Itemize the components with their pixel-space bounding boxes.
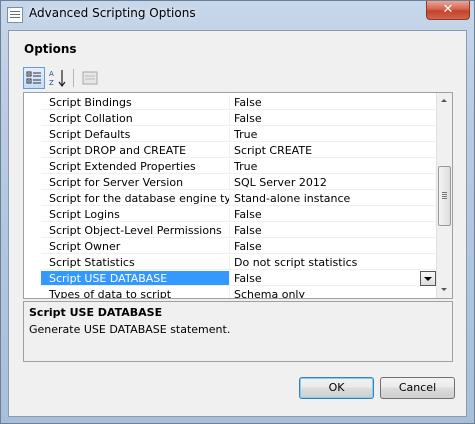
property-row[interactable]: Script Object-Level Permissions False <box>24 223 438 239</box>
property-value[interactable]: False <box>230 223 438 238</box>
toolbar-separator <box>73 69 74 87</box>
svg-text:Z: Z <box>49 79 54 87</box>
property-grid-toolbar: A Z <box>23 67 113 89</box>
property-name[interactable]: Script Owner <box>41 239 230 254</box>
property-name[interactable]: Script Logins <box>41 207 230 222</box>
property-value[interactable]: Schema only <box>230 287 438 298</box>
scroll-down-icon[interactable] <box>437 282 452 298</box>
property-row[interactable]: Script Extended Properties True <box>24 159 438 175</box>
row-gutter <box>24 255 41 271</box>
row-gutter <box>24 287 41 298</box>
options-heading: Options <box>24 42 77 56</box>
property-name[interactable]: Types of data to script <box>41 287 230 298</box>
property-row[interactable]: Script Collation False <box>24 111 438 127</box>
row-gutter <box>24 95 41 111</box>
property-row[interactable]: Script Logins False <box>24 207 438 223</box>
ok-button[interactable]: OK <box>299 377 374 399</box>
row-gutter <box>24 143 41 159</box>
property-grid: Script Bindings False Script Collation Fals… <box>23 92 453 299</box>
description-text: Generate USE DATABASE statement. <box>29 323 231 336</box>
property-value[interactable]: False <box>230 111 438 126</box>
row-gutter <box>24 271 41 287</box>
property-value[interactable]: False <box>230 239 438 254</box>
property-name[interactable]: Script Collation <box>41 111 230 126</box>
row-gutter <box>24 175 41 191</box>
description-panel: Script USE DATABASE Generate USE DATABAS… <box>23 301 453 362</box>
property-row[interactable]: Types of data to script Schema only <box>24 287 438 298</box>
property-name[interactable]: Script for Server Version <box>41 175 230 190</box>
property-name[interactable]: Script Object-Level Permissions <box>41 223 230 238</box>
property-name[interactable]: Script USE DATABASE <box>41 271 230 286</box>
property-value[interactable]: Script CREATE <box>230 143 438 158</box>
property-row-selected[interactable]: Script USE DATABASE False <box>24 271 438 287</box>
scroll-up-icon[interactable] <box>437 93 452 109</box>
app-window-icon <box>7 7 23 23</box>
property-row[interactable]: Script for the database engine type Stand… <box>24 191 438 207</box>
property-value[interactable]: True <box>230 159 438 174</box>
row-gutter <box>24 127 41 143</box>
property-row[interactable]: Script Owner False <box>24 239 438 255</box>
property-value[interactable]: SQL Server 2012 <box>230 175 438 190</box>
vertical-scrollbar[interactable] <box>436 93 452 298</box>
row-gutter <box>24 223 41 239</box>
property-name[interactable]: Script Defaults <box>41 127 230 142</box>
property-name[interactable]: Script for the database engine type <box>41 191 230 206</box>
row-gutter <box>24 207 41 223</box>
property-name[interactable]: Script Extended Properties <box>41 159 230 174</box>
alphabetical-sort-icon[interactable]: A Z <box>47 67 69 89</box>
property-row[interactable]: Script Bindings False <box>24 95 438 111</box>
cancel-button[interactable]: Cancel <box>380 377 455 399</box>
property-row[interactable]: Script for Server Version SQL Server 2012 <box>24 175 438 191</box>
property-name[interactable]: Script Statistics <box>41 255 230 270</box>
dialog-client-area: Options A Z Script Bindings False Script… <box>8 30 467 417</box>
svg-text:A: A <box>49 70 54 78</box>
property-value[interactable]: Stand-alone instance <box>230 191 438 206</box>
property-value[interactable]: False <box>230 95 438 110</box>
dropdown-arrow-icon[interactable] <box>420 271 436 286</box>
property-pages-icon[interactable] <box>79 67 101 89</box>
property-name[interactable]: Script Bindings <box>41 95 230 110</box>
title-bar[interactable]: Advanced Scripting Options ✕ <box>1 1 474 29</box>
scrollbar-thumb[interactable] <box>438 166 451 226</box>
categorized-icon[interactable] <box>23 67 45 89</box>
description-title: Script USE DATABASE <box>29 306 163 319</box>
window-title: Advanced Scripting Options <box>29 6 196 20</box>
grip-icon <box>442 192 447 193</box>
property-value[interactable]: Do not script statistics <box>230 255 438 270</box>
row-gutter <box>24 159 41 175</box>
property-value[interactable]: False <box>230 271 438 286</box>
row-gutter <box>24 111 41 127</box>
row-gutter <box>24 239 41 255</box>
row-gutter <box>24 191 41 207</box>
property-row[interactable]: Script Statistics Do not script statistic… <box>24 255 438 271</box>
dialog-window: Advanced Scripting Options ✕ Options A Z… <box>0 0 475 424</box>
close-button[interactable]: ✕ <box>426 1 470 20</box>
property-value[interactable]: False <box>230 207 438 222</box>
property-row[interactable]: Script DROP and CREATE Script CREATE <box>24 143 438 159</box>
property-row[interactable]: Script Defaults True <box>24 127 438 143</box>
property-value[interactable]: True <box>230 127 438 142</box>
property-name[interactable]: Script DROP and CREATE <box>41 143 230 158</box>
